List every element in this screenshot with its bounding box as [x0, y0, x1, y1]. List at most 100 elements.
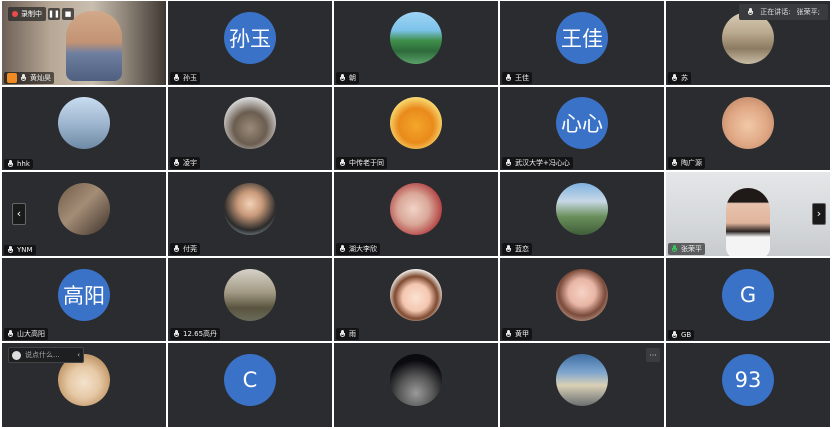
avatar: C [224, 354, 276, 407]
participant-name-tag: 孙玉 [170, 71, 200, 84]
participant-name: hhk [17, 160, 30, 169]
microphone-icon [173, 73, 180, 82]
microphone-icon [339, 159, 346, 167]
avatar [58, 182, 110, 235]
microphone-icon [671, 244, 678, 253]
participant-tile[interactable]: YNM ‹ [2, 172, 166, 256]
microphone-icon [671, 159, 678, 167]
participant-name-tag: 凌宇 [170, 157, 200, 170]
participant-name: 凌宇 [183, 159, 197, 168]
avatar [58, 97, 110, 150]
participant-tile[interactable]: 雨 [334, 257, 498, 342]
participant-tile[interactable]: 12.65高丹 [168, 257, 332, 342]
recording-indicator[interactable]: 录制中 [8, 7, 46, 21]
participant-name: 中传老于同 [349, 159, 384, 168]
chat-input[interactable]: 说点什么... ‹ [8, 347, 84, 364]
participant-tile[interactable]: 苏 正在讲话: 张荣平; [666, 1, 830, 85]
participant-name-tag: 雨 [336, 328, 359, 341]
recording-controls: 录制中 ❚❚ ■ [8, 7, 74, 21]
avatar [556, 182, 608, 235]
participant-tile[interactable]: 陶广源 [666, 86, 830, 171]
participant-tile[interactable] [334, 343, 498, 427]
participant-tile[interactable]: C [168, 343, 332, 427]
participant-tile[interactable]: 付莞 [168, 172, 332, 256]
participant-tile[interactable]: 孙玉 孙玉 [168, 1, 332, 85]
avatar [722, 97, 774, 150]
participant-name-tag: 朝 [336, 71, 359, 84]
microphone-icon [505, 73, 512, 82]
microphone-icon [747, 8, 754, 16]
avatar [390, 354, 442, 407]
chat-placeholder: 说点什么... [25, 351, 60, 360]
record-dot-icon [12, 11, 18, 17]
participant-name-tag: 湖大李欣 [336, 242, 380, 255]
microphone-icon [339, 244, 346, 253]
stop-icon[interactable]: ■ [62, 8, 74, 20]
collapse-chevron-icon[interactable]: ‹ [77, 351, 80, 359]
microphone-icon [339, 330, 346, 338]
avatar [390, 182, 442, 235]
microphone-icon [7, 160, 14, 168]
participant-name-tag: 黄灿昊 [4, 71, 54, 84]
participant-name-tag: 山大高阳 [4, 328, 48, 341]
participant-name-tag: 黄甲 [502, 328, 532, 341]
participant-tile[interactable]: 王佳 王佳 [500, 1, 664, 85]
microphone-icon [671, 73, 678, 82]
microphone-icon [7, 245, 14, 254]
avatar: 王佳 [556, 11, 608, 64]
avatar [224, 268, 276, 321]
participant-name: 湖大李欣 [349, 244, 377, 253]
participant-tile[interactable]: 高阳 山大高阳 [2, 257, 166, 342]
microphone-icon [173, 330, 180, 338]
participant-name-tag: 12.65高丹 [170, 328, 221, 341]
participant-tile[interactable]: 93 [666, 343, 830, 427]
participant-name-tag: 王佳 [502, 71, 532, 84]
emoji-icon[interactable] [12, 350, 21, 360]
participant-name-tag: hhk [4, 159, 33, 170]
participant-name-tag: 陶广源 [668, 157, 705, 170]
previous-page-button[interactable]: ‹ [12, 202, 26, 225]
avatar: 心心 [556, 97, 608, 150]
speaking-label: 正在讲话: [760, 8, 791, 16]
participant-name: 武汉大学+冯心心 [515, 159, 570, 168]
next-page-button[interactable]: › [812, 202, 826, 225]
avatar [556, 268, 608, 321]
participant-tile[interactable]: ··· [500, 343, 664, 427]
participant-tile[interactable]: 心心武汉大学+冯心心 [500, 86, 664, 171]
participant-name: 雨 [349, 330, 356, 339]
participant-name: GB [681, 331, 692, 340]
participant-name: YNM [17, 245, 33, 254]
microphone-icon [20, 73, 27, 82]
participant-tile[interactable]: hhk [2, 86, 166, 171]
avatar: 孙玉 [224, 11, 276, 64]
participant-grid: 录制中 ❚❚ ■ 黄灿昊 孙玉 孙玉朝王佳 王佳苏正在讲话: 张荣平; hhk 凌宇 中传老于… [2, 1, 830, 427]
participant-tile[interactable]: 凌宇 [168, 86, 332, 171]
microphone-icon [671, 331, 678, 339]
avatar [390, 11, 442, 64]
microphone-icon [339, 73, 346, 82]
participant-name-tag: 武汉大学+冯心心 [502, 157, 573, 170]
recording-label: 录制中 [21, 10, 42, 18]
avatar: 93 [722, 354, 774, 407]
participant-tile[interactable]: 中传老于同 [334, 86, 498, 171]
participant-name: 苏 [681, 73, 688, 82]
participant-tile[interactable]: 湖大李欣 [334, 172, 498, 256]
microphone-icon [173, 159, 180, 167]
participant-tile[interactable]: › 张荣平 [666, 172, 830, 256]
participant-name: 黄灿昊 [30, 73, 51, 82]
participant-tile[interactable]: 黄甲 [500, 257, 664, 342]
participant-tile[interactable]: 蓝恋 [500, 172, 664, 256]
participant-tile[interactable]: 录制中 ❚❚ ■ 黄灿昊 [2, 1, 166, 85]
participant-name-tag: 中传老于同 [336, 157, 387, 170]
participant-name: 陶广源 [681, 159, 702, 168]
participant-name: 付莞 [183, 244, 197, 253]
participant-tile[interactable]: G GB [666, 257, 830, 342]
participant-tile[interactable]: 朝 [334, 1, 498, 85]
participant-name-tag: 苏 [668, 71, 691, 84]
avatar: G [722, 268, 774, 321]
pause-icon[interactable]: ❚❚ [48, 8, 60, 20]
participant-tile[interactable]: 说点什么... ‹ [2, 343, 166, 427]
participant-name: 山大高阳 [17, 330, 45, 339]
more-options-button[interactable]: ··· [646, 348, 660, 363]
host-person [66, 11, 122, 81]
